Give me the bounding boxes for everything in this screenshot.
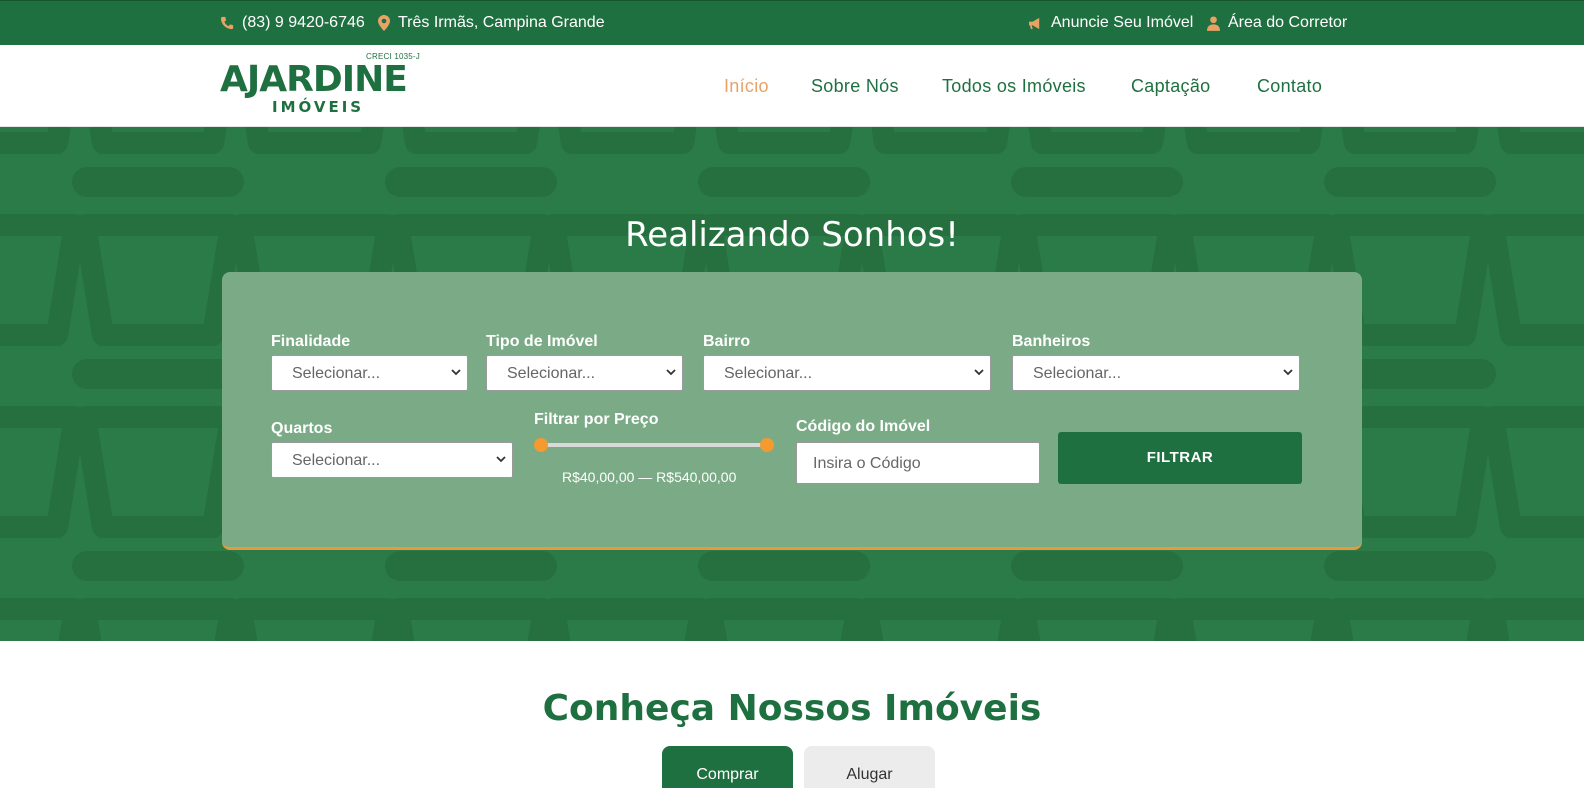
codigo-imovel-label: Código do Imóvel [796,418,931,435]
broker-area-link[interactable]: Área do Corretor [1207,14,1347,32]
price-range-track[interactable] [543,443,771,447]
price-range-min-handle[interactable] [534,438,548,452]
logo-subtitle: IMÓVEIS [272,98,365,116]
announce-label: Anuncie Seu Imóvel [1051,14,1194,31]
phone-icon [220,16,234,30]
finalidade-value: Selecionar... [292,365,381,382]
price-range-max-handle[interactable] [760,438,774,452]
logo-brand: AJARDINE [220,59,408,100]
tipo-imovel-label: Tipo de Imóvel [486,333,598,350]
site-logo[interactable]: CRECI 1035-J AJARDINE IMÓVEIS [220,52,420,122]
price-filter-label: Filtrar por Preço [534,411,659,428]
filter-button[interactable]: FILTRAR [1058,432,1302,484]
broker-area-label: Área do Corretor [1228,14,1348,31]
bairro-value: Selecionar... [724,365,813,382]
phone-contact[interactable]: (83) 9 9420-6746 [220,14,365,32]
main-header: CRECI 1035-J AJARDINE IMÓVEIS Início Sob… [0,45,1584,127]
map-pin-icon [378,15,390,31]
nav-todos-imoveis[interactable]: Todos os Imóveis [942,76,1086,97]
user-icon [1207,15,1220,31]
tipo-imovel-select[interactable]: Selecionar... [486,355,683,391]
banheiros-value: Selecionar... [1033,365,1122,382]
chevron-down-icon [974,369,984,376]
finalidade-select[interactable]: Selecionar... [271,355,468,391]
chevron-down-icon [451,369,461,376]
nav-captacao[interactable]: Captação [1131,76,1210,97]
top-bar: (83) 9 9420-6746 Três Irmãs, Campina Gra… [0,0,1584,45]
nav-contato[interactable]: Contato [1257,76,1322,97]
location-info: Três Irmãs, Campina Grande [378,14,605,32]
hero-title: Realizando Sonhos! [625,215,959,255]
tab-comprar[interactable]: Comprar [662,746,793,788]
announce-link[interactable]: Anuncie Seu Imóvel [1028,14,1193,32]
banheiros-label: Banheiros [1012,333,1091,350]
codigo-imovel-placeholder: Insira o Código [813,455,921,472]
quartos-select[interactable]: Selecionar... [271,442,513,478]
quartos-value: Selecionar... [292,452,381,469]
chevron-down-icon [1283,369,1293,376]
listing-section-title: Conheça Nossos Imóveis [542,688,1042,729]
hero-section: Realizando Sonhos! Finalidade Selecionar… [0,127,1584,641]
bairro-label: Bairro [703,333,751,350]
phone-number: (83) 9 9420-6746 [242,14,365,31]
megaphone-icon [1029,17,1040,29]
nav-inicio[interactable]: Início [724,76,769,97]
banheiros-select[interactable]: Selecionar... [1012,355,1300,391]
finalidade-label: Finalidade [271,333,351,350]
tab-alugar[interactable]: Alugar [804,746,935,788]
chevron-down-icon [666,369,676,376]
price-range-text: R$40,00,00 — R$540,00,00 [562,469,737,485]
search-filter-panel: Finalidade Selecionar... Tipo de Imóvel … [222,272,1362,550]
tipo-imovel-value: Selecionar... [507,365,596,382]
bairro-select[interactable]: Selecionar... [703,355,991,391]
location-text: Três Irmãs, Campina Grande [398,14,605,31]
codigo-imovel-input[interactable]: Insira o Código [796,442,1040,484]
quartos-label: Quartos [271,420,333,437]
chevron-down-icon [496,456,506,463]
nav-sobre-nos[interactable]: Sobre Nós [811,76,899,97]
